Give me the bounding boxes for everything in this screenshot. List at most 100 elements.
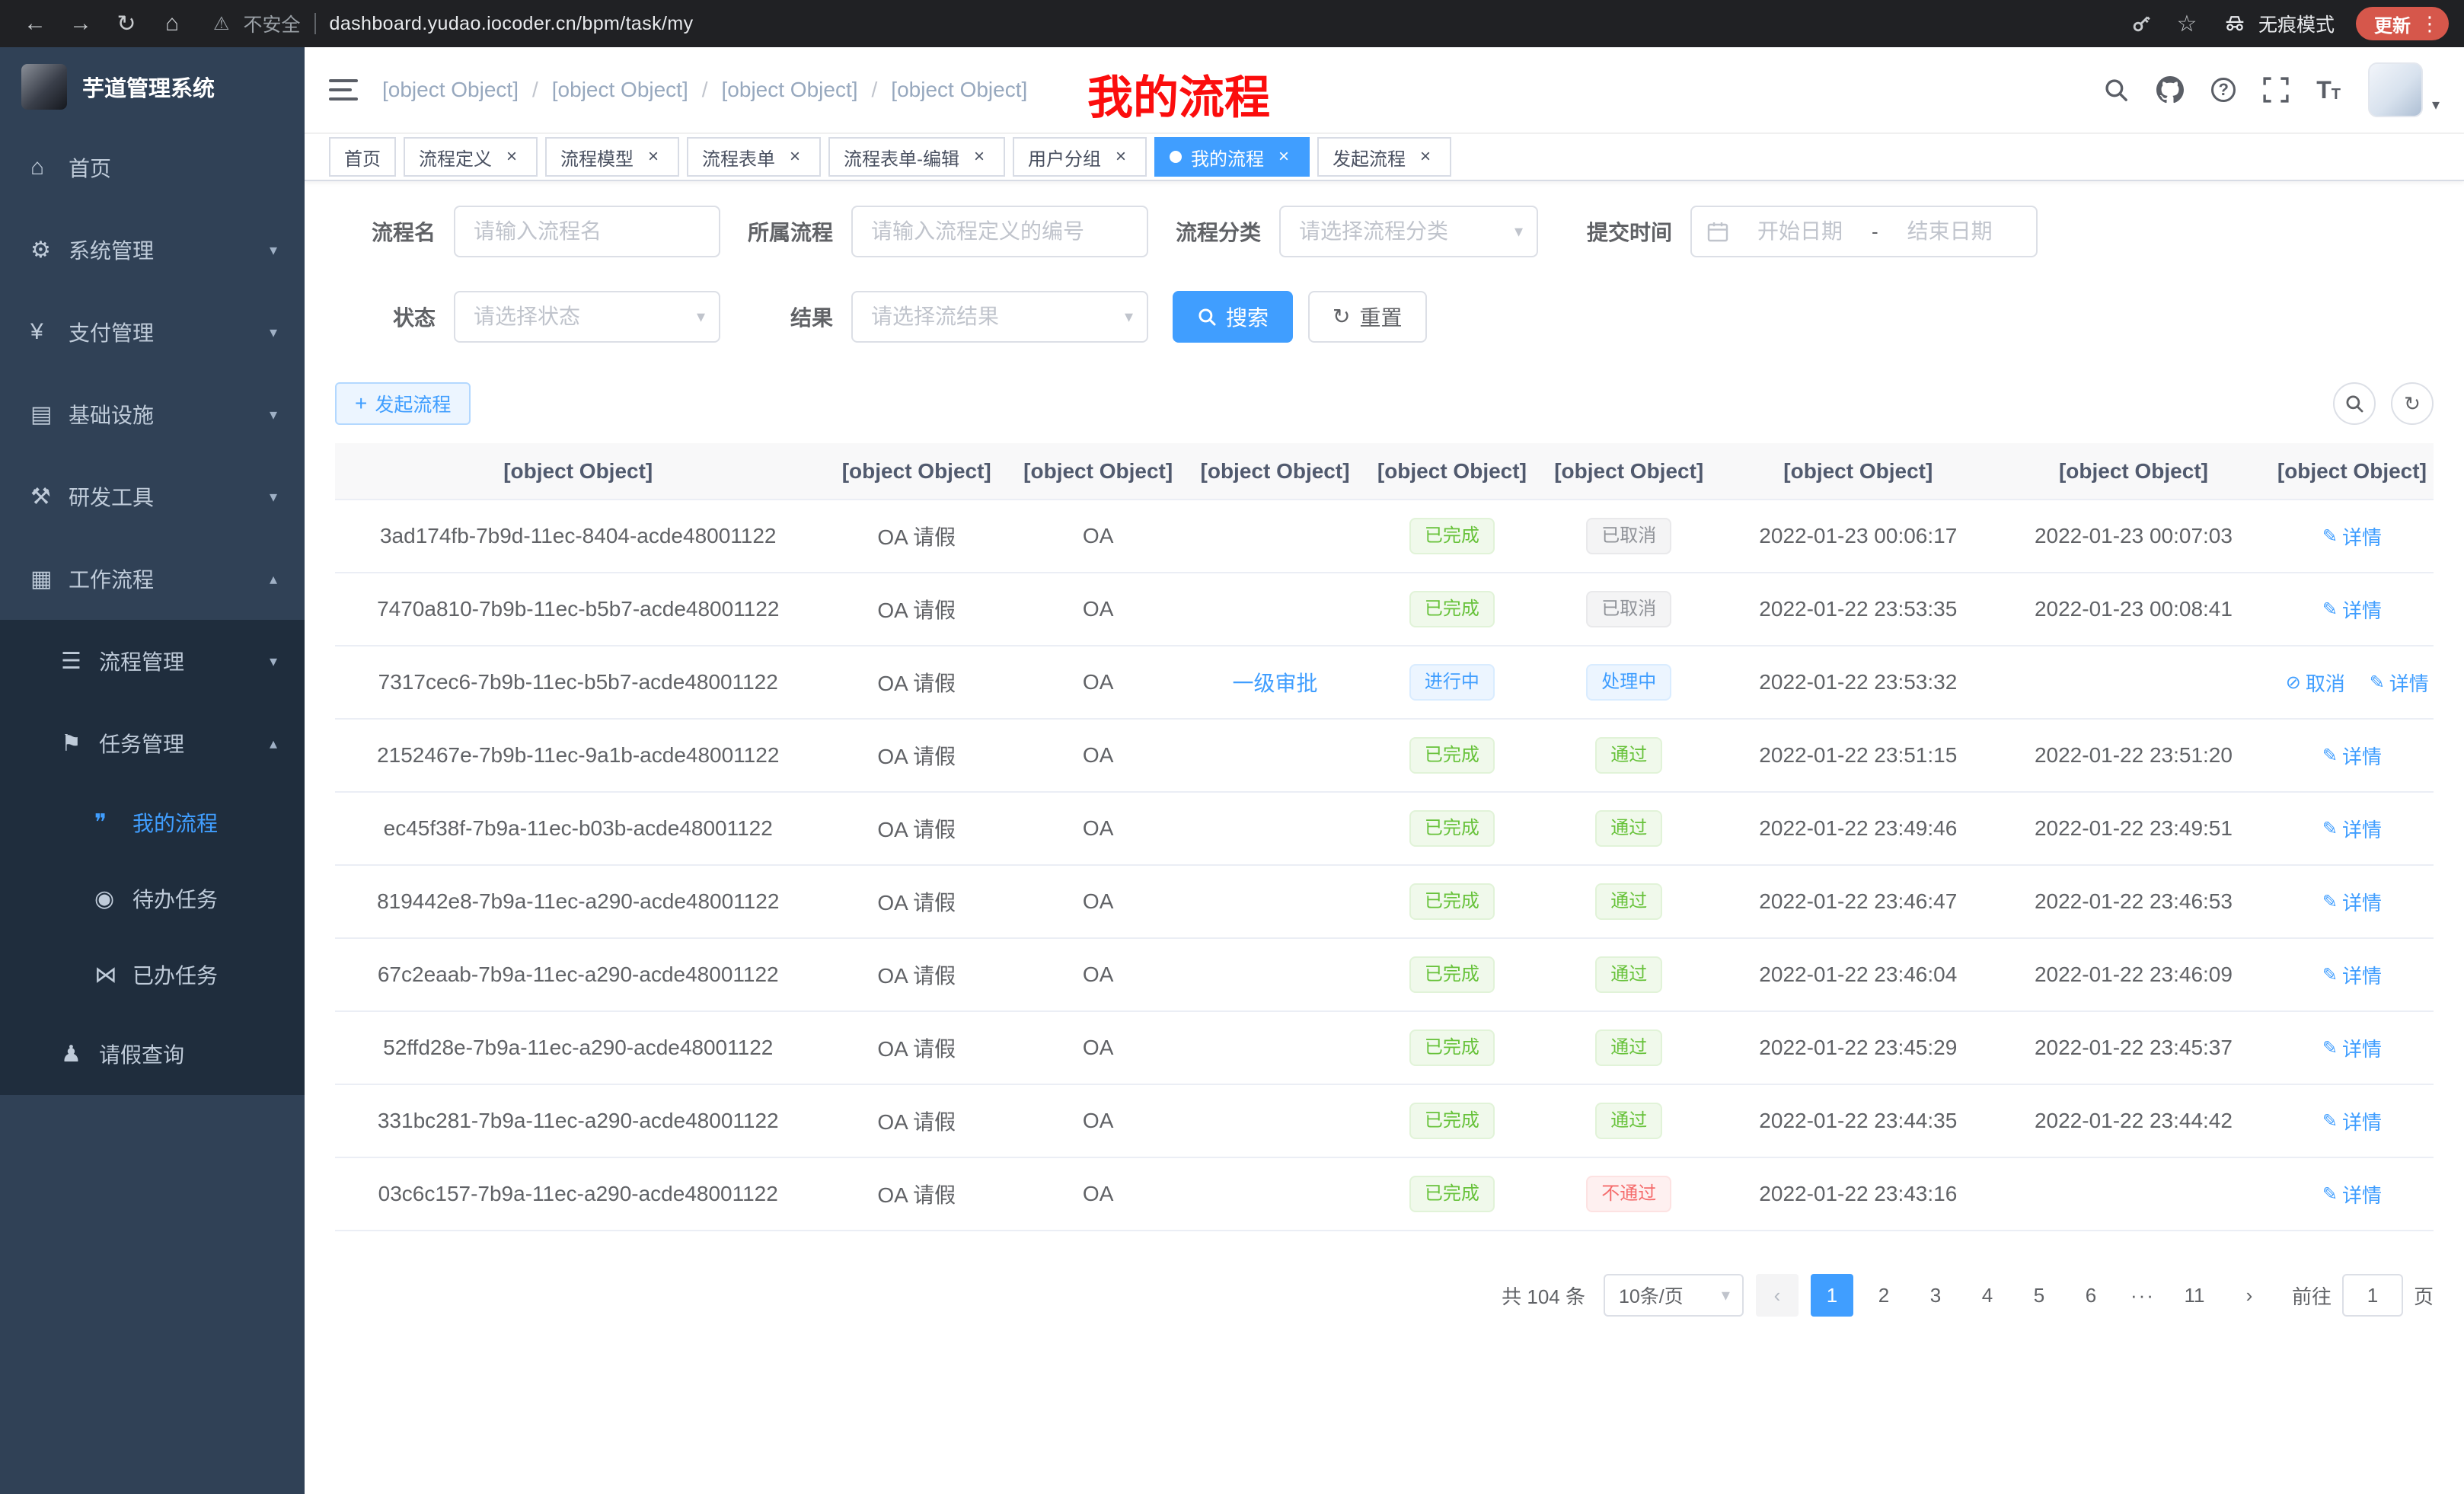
refresh-table-button[interactable]: ↻	[2391, 382, 2434, 425]
task-link[interactable]: 一级审批	[1233, 672, 1318, 695]
result-select[interactable]	[851, 291, 1148, 343]
breadcrumb-item[interactable]: [object Object]	[891, 78, 1027, 102]
back-icon[interactable]: ←	[15, 4, 55, 43]
detail-link[interactable]: ✎ 详情	[2370, 669, 2429, 697]
breadcrumb: [object Object] / [object Object] / [obj…	[382, 78, 1027, 102]
next-page-button[interactable]: ›	[2228, 1274, 2271, 1317]
sidebar-item[interactable]: ⚒ 研发工具 ▾	[0, 455, 305, 538]
tab[interactable]: 我的流程 ×	[1154, 137, 1310, 177]
cell-current-task	[1184, 573, 1365, 646]
cancel-link[interactable]: ⊘ 取消	[2286, 669, 2345, 697]
cell-end-time: 2022-01-22 23:49:51	[1996, 792, 2271, 865]
start-date-input[interactable]	[1738, 219, 1862, 244]
sidebar-item[interactable]: ⚙ 系统管理 ▾	[0, 209, 305, 291]
tab[interactable]: 流程表单-编辑 ×	[828, 137, 1005, 177]
category-select[interactable]	[1279, 206, 1538, 257]
sidebar-item[interactable]: ◉ 待办任务	[0, 860, 305, 937]
breadcrumb-item[interactable]: [object Object]	[382, 78, 519, 102]
detail-link[interactable]: ✎ 详情	[2322, 888, 2382, 916]
page-button[interactable]: 6	[2070, 1274, 2112, 1317]
sidebar-item[interactable]: ▦ 工作流程 ▴	[0, 538, 305, 620]
cell-result: 通过	[1538, 865, 1719, 938]
page-button[interactable]: 4	[1966, 1274, 2009, 1317]
edit-icon: ✎	[2322, 1183, 2338, 1205]
page-button[interactable]: 11	[2173, 1274, 2216, 1317]
tab-close-icon[interactable]: ×	[501, 146, 522, 168]
date-range-picker[interactable]: -	[1690, 206, 2038, 257]
page-size-select[interactable]: 10条/页 ▾	[1604, 1274, 1744, 1317]
sidebar-item[interactable]: ¥ 支付管理 ▾	[0, 291, 305, 373]
sidebar-item-label: 已办任务	[132, 959, 277, 990]
font-size-icon[interactable]: TT	[2316, 78, 2341, 102]
detail-link[interactable]: ✎ 详情	[2322, 1107, 2382, 1135]
address-bar[interactable]: ⚠ 不安全 dashboard.yudao.iocoder.cn/bpm/tas…	[213, 10, 2115, 37]
menu-dots-icon[interactable]: ⋮	[2420, 12, 2440, 36]
security-warning-label: 不安全	[244, 10, 301, 37]
process-definition-input[interactable]	[851, 206, 1148, 257]
hamburger-icon[interactable]	[329, 79, 358, 101]
tab[interactable]: 流程模型 ×	[545, 137, 679, 177]
reset-button[interactable]: ↻ 重置	[1308, 291, 1426, 343]
tab[interactable]: 用户分组 ×	[1013, 137, 1147, 177]
page-button[interactable]: 3	[1914, 1274, 1957, 1317]
tab-close-icon[interactable]: ×	[1415, 146, 1436, 168]
cell-end-time: 2022-01-22 23:46:53	[1996, 865, 2271, 938]
help-icon[interactable]: ?	[2211, 78, 2236, 102]
detail-link[interactable]: ✎ 详情	[2322, 742, 2382, 770]
tab-close-icon[interactable]: ×	[784, 146, 806, 168]
password-key-icon[interactable]	[2121, 4, 2161, 43]
breadcrumb-item[interactable]: [object Object]	[722, 78, 858, 102]
page-button[interactable]: 2	[1862, 1274, 1905, 1317]
avatar[interactable]	[2368, 62, 2423, 117]
page-button[interactable]: 1	[1811, 1274, 1853, 1317]
detail-link[interactable]: ✎ 详情	[2322, 815, 2382, 843]
sidebar-item[interactable]: ⚑ 任务管理 ▴	[0, 702, 305, 784]
process-name-input[interactable]	[454, 206, 720, 257]
sidebar-item[interactable]: ⋈ 已办任务	[0, 937, 305, 1013]
cell-result: 通过	[1538, 719, 1719, 792]
search-icon[interactable]	[2103, 77, 2129, 103]
page-button[interactable]: 5	[2018, 1274, 2060, 1317]
update-button[interactable]: 更新 ⋮	[2356, 7, 2449, 40]
forward-icon[interactable]: →	[61, 4, 101, 43]
goto-page-input[interactable]	[2342, 1274, 2403, 1317]
breadcrumb-item[interactable]: [object Object]	[552, 78, 688, 102]
reload-icon[interactable]: ↻	[107, 4, 146, 43]
search-button[interactable]: 搜索	[1173, 291, 1293, 343]
process-definition-label: 所属流程	[745, 216, 833, 247]
prev-page-button[interactable]: ‹	[1756, 1274, 1799, 1317]
tab-close-icon[interactable]: ×	[1110, 146, 1131, 168]
page-button[interactable]: ···	[2121, 1274, 2164, 1317]
tab-close-icon[interactable]: ×	[643, 146, 664, 168]
tab-close-icon[interactable]: ×	[969, 146, 990, 168]
sidebar-item-label: 任务管理	[99, 728, 270, 758]
sidebar-item[interactable]: ❞ 我的流程	[0, 784, 305, 860]
status-tag: 已完成	[1409, 591, 1495, 627]
github-icon[interactable]	[2156, 76, 2184, 104]
sidebar-item[interactable]: ▤ 基础设施 ▾	[0, 373, 305, 455]
detail-link[interactable]: ✎ 详情	[2322, 1180, 2382, 1208]
tab[interactable]: 发起流程 ×	[1317, 137, 1451, 177]
show-search-button[interactable]	[2333, 382, 2376, 425]
home-icon[interactable]: ⌂	[152, 4, 192, 43]
sidebar-item[interactable]: ⌂ 首页	[0, 126, 305, 209]
detail-link[interactable]: ✎ 详情	[2322, 522, 2382, 551]
user-menu[interactable]: ▾	[2368, 62, 2440, 117]
cell-id: 67c2eaab-7b9a-11ec-a290-acde48001122	[335, 938, 821, 1011]
bookmark-star-icon[interactable]: ☆	[2167, 4, 2207, 43]
detail-link[interactable]: ✎ 详情	[2322, 595, 2382, 624]
tab[interactable]: 首页 ×	[329, 137, 396, 177]
status-select[interactable]	[454, 291, 720, 343]
tab[interactable]: 流程表单 ×	[687, 137, 821, 177]
tab-label: 流程定义	[419, 144, 492, 171]
detail-link[interactable]: ✎ 详情	[2322, 961, 2382, 989]
end-date-input[interactable]	[1888, 219, 2012, 244]
create-process-button[interactable]: + 发起流程	[335, 382, 471, 425]
tab-close-icon[interactable]: ×	[1273, 146, 1294, 168]
sidebar-item[interactable]: ♟ 请假查询	[0, 1013, 305, 1095]
sidebar-item[interactable]: ☰ 流程管理 ▾	[0, 620, 305, 702]
fullscreen-icon[interactable]	[2263, 77, 2289, 103]
detail-link[interactable]: ✎ 详情	[2322, 1034, 2382, 1062]
cell-actions: ⊘ 取消 ✎ 详情	[2271, 1157, 2434, 1231]
tab[interactable]: 流程定义 ×	[404, 137, 538, 177]
